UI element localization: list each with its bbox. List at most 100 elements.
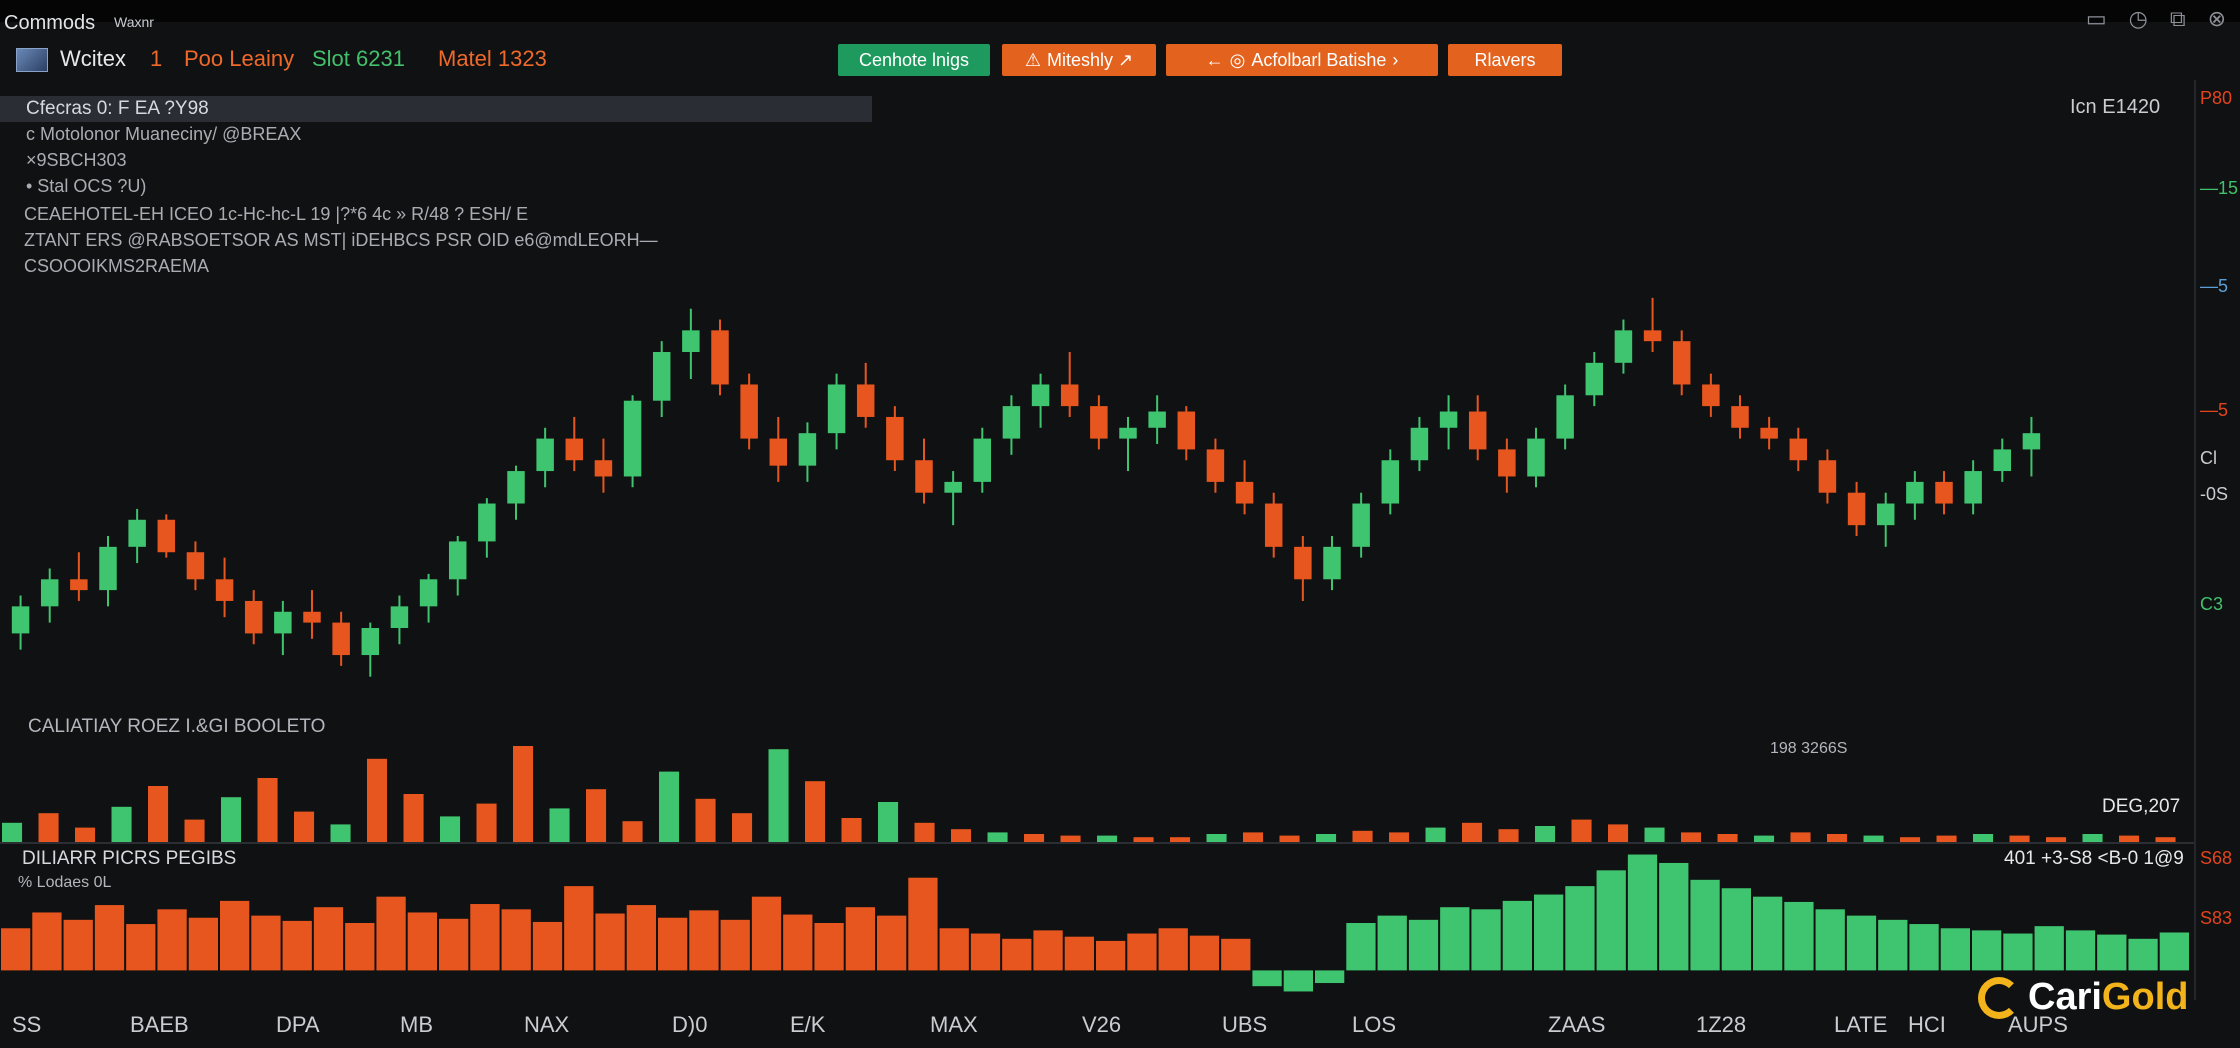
restore-icon[interactable]: ⧉: [2170, 6, 2186, 32]
candle-body: [244, 600, 263, 634]
histogram-bar: [1221, 938, 1251, 971]
candle-body: [711, 330, 729, 385]
title-bar: [0, 0, 2240, 22]
histogram-bar: [1753, 896, 1783, 971]
volume-bar: [1535, 826, 1556, 842]
histogram-bar: [1596, 870, 1626, 971]
histogram-chart[interactable]: [0, 844, 2190, 1002]
price-readout: Icn E1420: [2070, 96, 2161, 118]
history-icon[interactable]: ◷: [2129, 6, 2148, 32]
candle-body: [1643, 330, 1662, 342]
candle-body: [1731, 406, 1749, 428]
candle-body: [1585, 362, 1604, 396]
histogram-bar: [1784, 901, 1814, 971]
volume-bar: [1571, 819, 1592, 842]
info-line-5: ZTANT ERS @RABSOETSOR AS MST| iDEHBCS PS…: [24, 230, 658, 250]
histogram-bar: [1721, 888, 1751, 971]
volume-bar: [38, 813, 59, 842]
candle-body: [1614, 330, 1633, 363]
x-axis-label: 1Z28: [1696, 1012, 1747, 1037]
volume-bar: [1206, 834, 1227, 842]
close-icon[interactable]: ⊗: [2208, 6, 2226, 32]
symbol-label[interactable]: Wcitex: [60, 46, 126, 72]
toolbar-button-3[interactable]: ← ◎ Acfolbarl Batishe ›: [1166, 44, 1438, 76]
candle-body: [623, 400, 642, 477]
candle-body: [1235, 481, 1254, 504]
histogram-bar: [2097, 934, 2127, 971]
volume-bar: [1462, 822, 1483, 842]
market-label[interactable]: Poo Leainy: [184, 46, 294, 72]
volume-bar: [1425, 827, 1446, 842]
brand-name-b: Gold: [2101, 976, 2189, 1018]
price-axis-label: S68: [2200, 848, 2233, 868]
brand-ring-icon: [1978, 976, 2020, 1019]
candle-body: [1935, 481, 1953, 504]
candle-body: [886, 416, 904, 461]
x-axis-label: UBS: [1222, 1012, 1268, 1037]
candle-body: [361, 628, 380, 656]
back-arrow-icon: ←: [1205, 49, 1224, 70]
volume-bar: [2, 822, 23, 842]
info-line-4: CEAEHOTEL-EH ICEO 1c-Hc-hc-L 19 |?*6 4c …: [24, 204, 529, 224]
target-icon: ◎: [1229, 49, 1246, 70]
candle-body: [536, 438, 554, 472]
toolbar-button-4[interactable]: Rlavers: [1448, 44, 1562, 76]
histogram-bar: [1283, 970, 1313, 992]
histogram-bar: [1940, 928, 1970, 971]
volume-bar: [841, 818, 862, 842]
toolbar-button-1[interactable]: Cenhote lnigs: [838, 44, 990, 76]
volume-bar: [257, 778, 278, 842]
volume-bar: [1608, 824, 1629, 842]
histogram-bar: [564, 886, 594, 971]
histogram-bar: [1471, 909, 1501, 971]
histogram-bar: [1846, 915, 1877, 971]
histogram-bar: [877, 915, 907, 971]
histogram-bar: [1127, 933, 1157, 971]
histogram-bar: [2003, 933, 2033, 971]
candle-body: [40, 579, 59, 607]
candle-body: [1789, 438, 1808, 461]
volume-bar: [695, 798, 716, 842]
histogram-bar: [970, 933, 1001, 971]
price-candlestick-chart[interactable]: [0, 260, 2190, 720]
volume-bar: [1389, 832, 1410, 842]
histogram-bar: [1, 928, 31, 971]
candle-body: [565, 438, 584, 461]
candle-body: [419, 579, 438, 607]
candle-body: [1177, 411, 1196, 450]
candle-body: [99, 546, 117, 591]
histogram-bar: [376, 896, 406, 971]
candle-body: [1876, 503, 1895, 526]
x-axis-label: E/K: [790, 1012, 826, 1037]
candle-body: [652, 352, 671, 401]
volume-bar: [768, 749, 789, 842]
candle-body: [1906, 481, 1924, 504]
candle-body: [856, 384, 875, 417]
histogram-bar: [814, 923, 844, 971]
toolbar-button-3-label: Acfolbarl Batishe: [1251, 49, 1387, 70]
candle-body: [1148, 411, 1166, 428]
histogram-bar: [313, 907, 344, 971]
toolbar-button-2[interactable]: ⚠ Miteshly ↗: [1002, 44, 1156, 76]
candle-body: [740, 384, 758, 439]
candle-body: [944, 481, 962, 493]
volume-bar: [476, 803, 497, 842]
volume-bar: [586, 789, 607, 842]
candle-body: [507, 471, 525, 504]
histogram-bar: [1377, 915, 1407, 971]
timeframe-label[interactable]: 1: [150, 46, 162, 72]
candle-body: [1527, 438, 1545, 477]
candle-body: [1993, 449, 2012, 472]
histogram-bar: [751, 896, 782, 971]
minimize-icon[interactable]: ▭: [2086, 6, 2107, 32]
x-axis-label: SS: [12, 1012, 42, 1037]
candle-body: [303, 611, 321, 623]
histogram-bar: [720, 919, 750, 971]
histogram-bar: [1534, 894, 1564, 971]
brand-logo: CariGold: [1978, 976, 2188, 1019]
candle-body: [798, 433, 817, 466]
price-axis-label: —5: [2200, 276, 2229, 296]
volume-bar-chart[interactable]: [0, 730, 2190, 842]
metal-label: Matel 1323: [438, 46, 547, 71]
histogram-bar: [1064, 936, 1094, 971]
